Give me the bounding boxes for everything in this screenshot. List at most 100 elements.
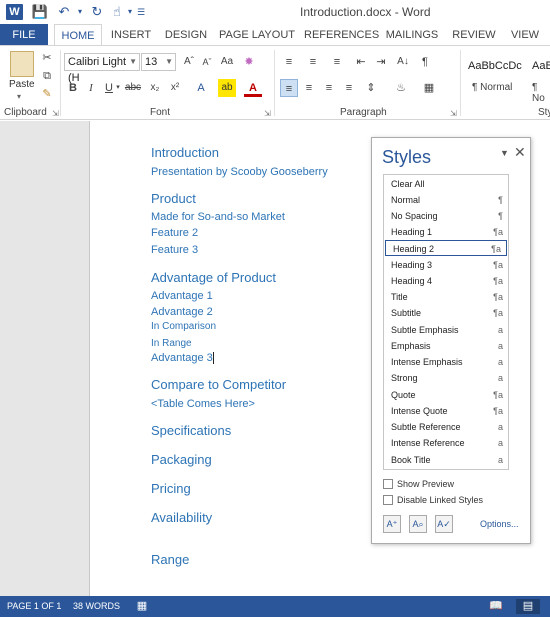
save-icon[interactable]: 💾 [31,3,49,21]
doc-line[interactable]: Made for So-and-so Market [151,211,285,223]
bold-icon[interactable]: B [64,79,82,97]
borders-icon[interactable]: ▦ [420,79,438,97]
change-case-icon[interactable]: Aa [218,53,236,71]
word-app-icon[interactable]: W [6,4,23,20]
decrease-indent-icon[interactable]: ⇤ [352,53,370,71]
highlight-icon[interactable]: ab [218,79,236,97]
font-size-combo[interactable]: 13 ▼ [141,53,176,71]
chevron-down-icon[interactable]: ▼ [129,54,137,70]
paragraph-launcher-icon[interactable]: ⇲ [450,109,457,118]
font-color-icon[interactable]: A [244,79,262,97]
show-hide-icon[interactable]: ¶ [416,53,434,71]
bullets-icon[interactable]: ≡ [280,53,298,71]
justify-icon[interactable]: ≡ [340,79,358,97]
doc-line[interactable]: Introduction [151,145,219,160]
style-gallery-normal-preview[interactable]: AaBbCcDc [468,60,522,72]
show-preview-checkbox[interactable] [383,479,393,489]
disable-linked-styles-label[interactable]: Disable Linked Styles [397,495,483,505]
manage-styles-icon[interactable]: A✓ [435,515,453,533]
shading-icon[interactable]: ♨ [392,79,410,97]
doc-line[interactable]: Pricing [151,481,191,496]
copy-icon[interactable]: ⧉ [38,67,56,85]
styles-pane[interactable]: Styles ▼ ✕ Clear All Normal ¶ No Spacing ¶… [371,137,531,544]
customize-qat-icon[interactable]: ☰ [136,3,146,21]
tab-design[interactable]: DESIGN [162,24,210,46]
clipboard-launcher-icon[interactable]: ⇲ [52,109,59,118]
print-layout-icon[interactable]: ▤ [516,599,540,614]
undo-dropdown-icon[interactable]: ▾ [76,3,84,21]
read-mode-icon[interactable]: 📖 [486,599,506,614]
redo-icon[interactable]: ↻ [88,3,106,21]
multilevel-list-icon[interactable]: ≡ [328,53,346,71]
subscript-icon[interactable]: x₂ [146,79,164,97]
paste-dropdown-icon[interactable]: ▾ [17,92,21,101]
superscript-icon[interactable]: x² [166,79,184,97]
style-gallery-normal-name[interactable]: ¶ Normal [472,82,512,93]
align-center-icon[interactable]: ≡ [300,79,318,97]
style-item-intense-quote[interactable]: Intense Quote ¶a [384,403,508,419]
font-name-combo[interactable]: Calibri Light (H ▼ [64,53,140,84]
proofing-icon[interactable]: ▦ [132,599,152,614]
style-gallery-nospacing-name[interactable]: ¶ No [532,82,550,104]
style-gallery-nospacing-preview[interactable]: AaBb [532,60,550,72]
text-effects-icon[interactable]: A [192,79,210,97]
style-item-quote[interactable]: Quote ¶a [384,387,508,403]
doc-line[interactable]: Advantage 3 [151,352,214,365]
sort-icon[interactable]: A↓ [394,53,412,71]
style-gallery[interactable]: AaBbCcDc ¶ Normal AaBb ¶ No [464,52,550,104]
format-painter-icon[interactable]: ✎ [38,85,56,103]
cut-icon[interactable]: ✂ [38,49,56,67]
style-inspector-icon[interactable]: A⌕ [409,515,427,533]
doc-line[interactable]: Advantage of Product [151,270,276,285]
chevron-down-icon[interactable]: ▼ [165,54,173,70]
style-item-subtitle[interactable]: Subtitle ¶a [384,305,508,321]
tab-mailings[interactable]: MAILINGS [382,24,442,46]
shrink-font-icon[interactable]: Aˇ [198,53,216,71]
tab-file[interactable]: FILE [0,24,48,46]
style-item-strong[interactable]: Strong a [384,370,508,386]
tab-page-layout[interactable]: PAGE LAYOUT [218,24,296,46]
tab-review[interactable]: REVIEW [450,24,498,46]
doc-line[interactable]: <Table Comes Here> [151,398,255,410]
style-item-heading-4[interactable]: Heading 4 ¶a [384,273,508,289]
grow-font-icon[interactable]: Aˆ [180,53,198,71]
align-right-icon[interactable]: ≡ [320,79,338,97]
doc-line[interactable]: Presentation by Scooby Gooseberry [151,166,328,178]
doc-line[interactable]: In Comparison [151,321,216,332]
tab-insert[interactable]: INSERT [108,24,154,46]
tab-view[interactable]: VIEW [506,24,544,46]
style-item-intense-reference[interactable]: Intense Reference a [384,435,508,451]
style-item-no-spacing[interactable]: No Spacing ¶ [384,208,508,224]
doc-line[interactable]: Specifications [151,423,231,438]
close-icon[interactable]: ✕ [514,144,526,161]
paste-icon[interactable] [10,51,34,77]
style-item-title[interactable]: Title ¶a [384,289,508,305]
undo-icon[interactable]: ↶ [54,3,74,21]
style-item-emphasis[interactable]: Emphasis a [384,338,508,354]
style-item-intense-emphasis[interactable]: Intense Emphasis a [384,354,508,370]
doc-line[interactable]: Advantage 2 [151,306,213,318]
strikethrough-icon[interactable]: abc [124,79,142,97]
style-item-heading-1[interactable]: Heading 1 ¶a [384,224,508,240]
italic-icon[interactable]: I [82,79,100,97]
numbering-icon[interactable]: ≡ [304,53,322,71]
doc-line[interactable]: Range [151,552,189,567]
underline-dropdown-icon[interactable]: ▾ [114,79,122,97]
doc-line[interactable]: Feature 3 [151,244,198,256]
touch-mode-icon[interactable]: ☝ [108,3,126,21]
style-item-subtle-reference[interactable]: Subtle Reference a [384,419,508,435]
style-item-heading-2[interactable]: Heading 2 ¶a [385,240,507,256]
doc-line[interactable]: In Range [151,338,192,349]
paste-button[interactable]: Paste [9,79,35,90]
font-launcher-icon[interactable]: ⇲ [264,109,271,118]
style-item-book-title[interactable]: Book Title a [384,452,508,468]
tab-home[interactable]: HOME [54,24,102,47]
page-count[interactable]: PAGE 1 OF 1 [7,596,61,617]
style-item-normal[interactable]: Normal ¶ [384,192,508,208]
align-left-icon[interactable]: ≡ [280,79,298,97]
pane-options-icon[interactable]: ▼ [500,148,509,158]
doc-line[interactable]: Feature 2 [151,227,198,239]
doc-line[interactable]: Packaging [151,452,212,467]
style-item-clear-all[interactable]: Clear All [384,176,508,192]
show-preview-label[interactable]: Show Preview [397,479,454,489]
